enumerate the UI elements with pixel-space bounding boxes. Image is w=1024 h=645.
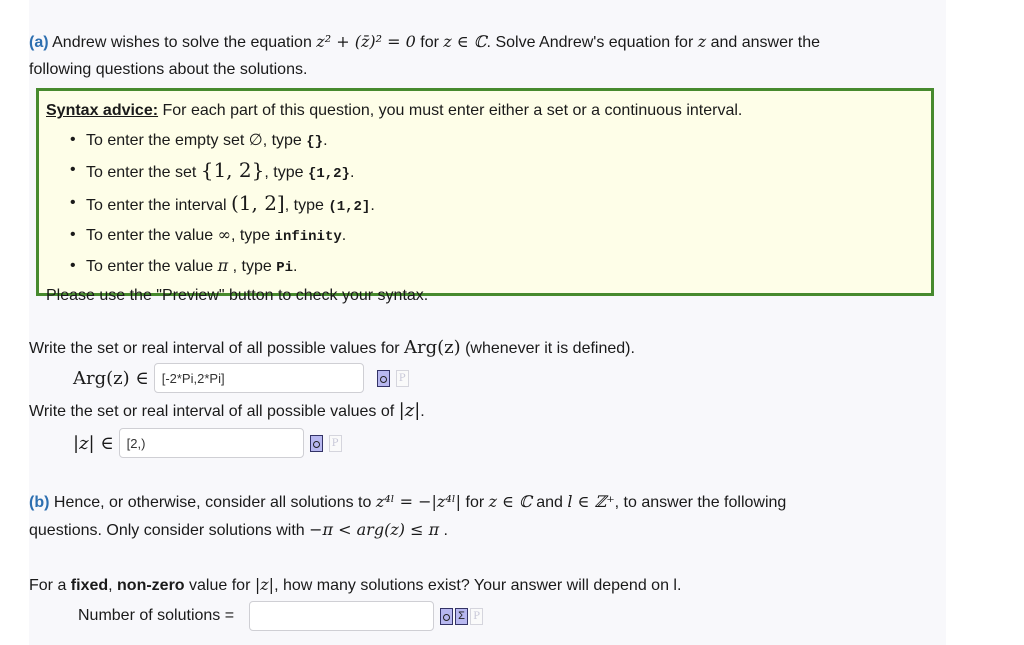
part-a-label: (a) <box>29 34 49 51</box>
plain-text-icon[interactable]: P <box>395 369 409 387</box>
syntax-heading: Syntax advice: <box>46 102 159 119</box>
modulus-z-input[interactable] <box>118 428 304 458</box>
q3-label: Number of solutions = <box>78 607 235 624</box>
syntax-item: To enter the set {1, 2}, type {1,2}. <box>70 156 924 189</box>
q1-prompt: Write the set or real interval of all po… <box>29 337 635 358</box>
syntax-item: To enter the empty set ∅, type {}. <box>70 126 924 157</box>
q2-label: |z| ∈ <box>73 432 114 454</box>
syntax-footer: Please use the "Preview" button to check… <box>46 287 429 304</box>
number-of-solutions-input[interactable] <box>249 601 435 631</box>
syntax-item: To enter the interval (1, 2], type (1,2]… <box>70 189 924 222</box>
syntax-list: To enter the empty set ∅, type {}. To en… <box>46 126 924 283</box>
part-a-text: (a) Andrew wishes to solve the equation … <box>29 32 821 78</box>
q3-answer-row: Number of solutions = Σ P <box>78 601 484 631</box>
q2-prompt: Write the set or real interval of all po… <box>29 400 425 421</box>
plain-text-icon[interactable]: P <box>470 607 484 625</box>
preview-icon[interactable] <box>376 369 390 387</box>
q1-label: Arg(z) ∈ <box>73 367 149 389</box>
question-panel: (a) Andrew wishes to solve the equation … <box>29 0 946 645</box>
syntax-item: To enter the value ∞, type infinity. <box>70 221 924 252</box>
syntax-item: To enter the value π , type Pi. <box>70 252 924 283</box>
part-b-text: (b) Hence, or otherwise, consider all so… <box>29 492 787 539</box>
sigma-equation-icon[interactable]: Σ <box>455 607 469 625</box>
q2-answer-row: |z| ∈ P <box>73 428 342 458</box>
plain-text-icon[interactable]: P <box>328 434 342 452</box>
q1-answer-row: Arg(z) ∈ P <box>73 363 409 393</box>
preview-icon[interactable] <box>309 434 323 452</box>
preview-icon[interactable] <box>440 607 454 625</box>
arg-z-input[interactable] <box>153 363 364 393</box>
q3-prompt: For a fixed, non-zero value for |z|, how… <box>29 575 682 594</box>
syntax-advice-box: Syntax advice: For each part of this que… <box>36 88 934 304</box>
equation: z² + (z̄)² = 0 <box>316 32 416 51</box>
part-b-label: (b) <box>29 494 50 511</box>
